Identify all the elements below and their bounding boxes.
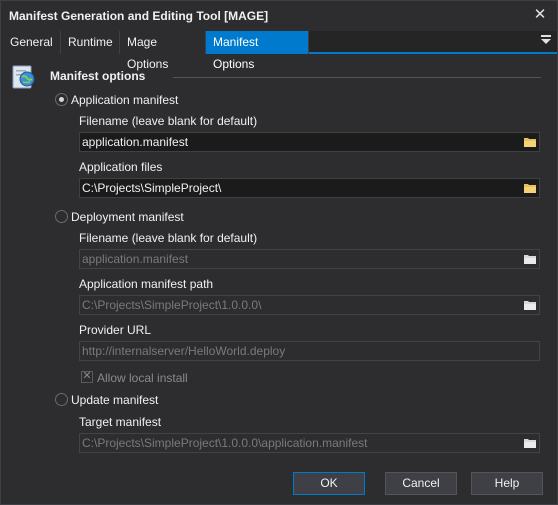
- help-button[interactable]: Help: [471, 472, 543, 495]
- tab-overflow-menu-icon[interactable]: [539, 35, 553, 49]
- provider-url-label: Provider URL: [79, 323, 152, 337]
- folder-browse-icon[interactable]: [524, 137, 536, 147]
- update-manifest-radio[interactable]: [55, 393, 68, 406]
- app-manifest-path-label: Application manifest path: [79, 277, 214, 291]
- ok-button[interactable]: OK: [293, 472, 365, 495]
- deploy-filename-label: Filename (leave blank for default): [79, 231, 258, 245]
- app-files-input[interactable]: [80, 179, 539, 197]
- tab-runtime[interactable]: Runtime: [61, 31, 120, 54]
- section-title: Manifest options: [50, 69, 146, 83]
- provider-url-input[interactable]: [80, 342, 539, 360]
- deploy-filename-field[interactable]: [79, 249, 540, 269]
- update-manifest-label[interactable]: Update manifest: [71, 393, 158, 407]
- target-manifest-field[interactable]: [79, 433, 540, 453]
- section-divider: [173, 77, 541, 78]
- app-manifest-path-field[interactable]: [79, 295, 540, 315]
- tab-manifest-options[interactable]: Manifest Options: [206, 31, 309, 71]
- cancel-button[interactable]: Cancel: [385, 472, 457, 495]
- folder-browse-icon[interactable]: [524, 254, 536, 264]
- deploy-filename-input[interactable]: [80, 250, 539, 268]
- deployment-manifest-label[interactable]: Deployment manifest: [71, 210, 184, 224]
- manifest-globe-icon: [10, 63, 38, 91]
- folder-browse-icon[interactable]: [524, 183, 536, 193]
- app-filename-label: Filename (leave blank for default): [79, 114, 258, 128]
- allow-local-install-label[interactable]: Allow local install: [97, 371, 188, 385]
- app-files-label: Application files: [79, 160, 163, 174]
- provider-url-field[interactable]: [79, 341, 540, 361]
- folder-browse-icon[interactable]: [524, 438, 536, 448]
- app-filename-input[interactable]: [80, 133, 539, 151]
- tab-general[interactable]: General: [3, 31, 61, 54]
- tab-mage-options[interactable]: Mage Options: [120, 31, 206, 71]
- close-icon[interactable]: ✕: [531, 6, 549, 24]
- window-title: Manifest Generation and Editing Tool [MA…: [9, 9, 269, 23]
- deployment-manifest-radio[interactable]: [55, 210, 68, 223]
- folder-browse-icon[interactable]: [524, 300, 536, 310]
- target-manifest-input[interactable]: [80, 434, 539, 452]
- target-manifest-label: Target manifest: [79, 415, 162, 429]
- application-manifest-label[interactable]: Application manifest: [71, 93, 178, 107]
- app-filename-field[interactable]: [79, 132, 540, 152]
- dialog-window: Manifest Generation and Editing Tool [MA…: [0, 0, 558, 505]
- application-manifest-radio[interactable]: [55, 93, 68, 106]
- tab-bar: General Runtime Mage Options Manifest Op…: [3, 31, 557, 71]
- app-manifest-path-input[interactable]: [80, 296, 539, 314]
- app-files-field[interactable]: [79, 178, 540, 198]
- allow-local-install-checkbox[interactable]: ✕: [81, 370, 93, 383]
- title-bar: Manifest Generation and Editing Tool [MA…: [1, 1, 557, 31]
